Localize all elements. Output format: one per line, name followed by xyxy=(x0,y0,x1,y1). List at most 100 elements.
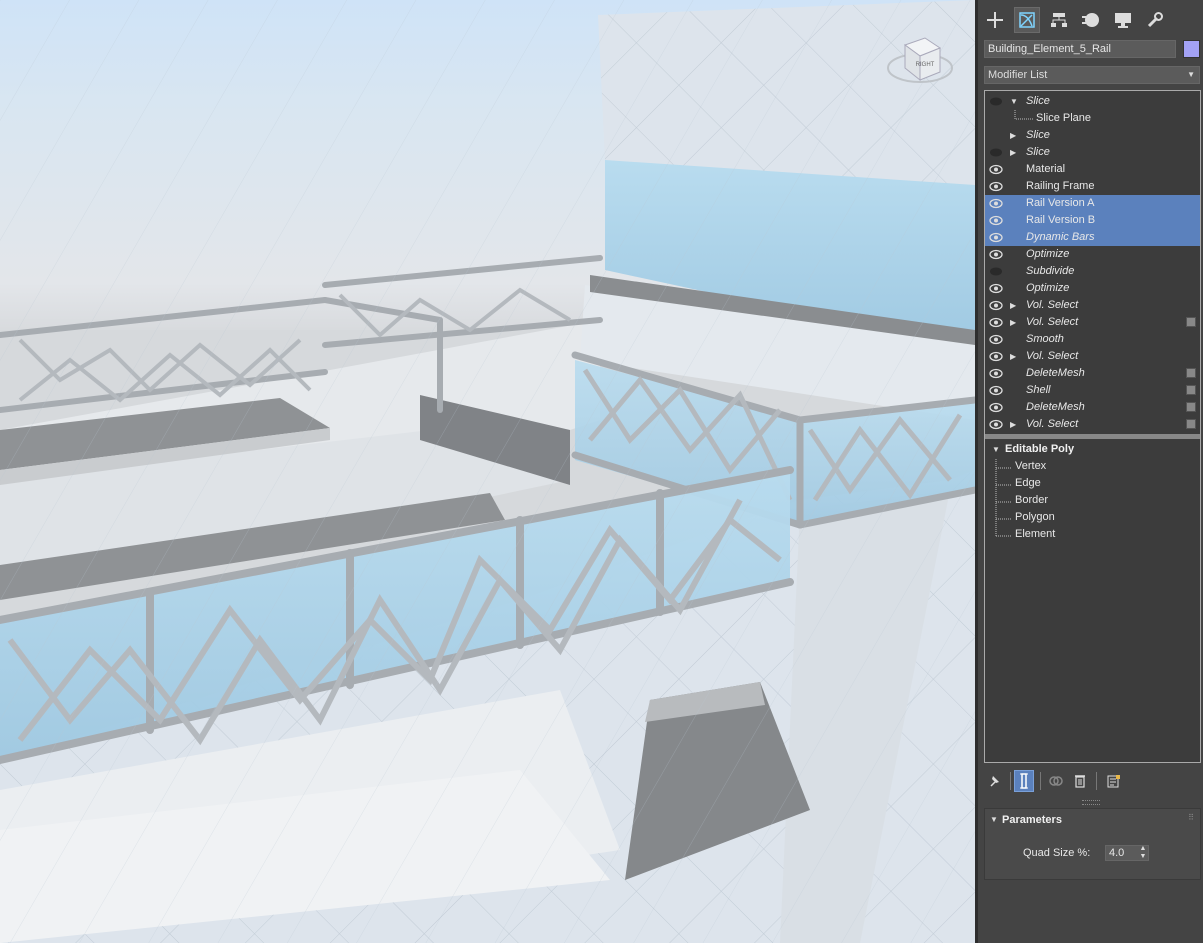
modifier-stack-item[interactable]: ▶ Vol. Select xyxy=(985,314,1200,331)
modifier-option-box[interactable] xyxy=(1186,385,1196,395)
hierarchy-icon[interactable] xyxy=(1046,7,1072,33)
modifier-stack-item[interactable]: ▶ Slice xyxy=(985,127,1200,144)
modifier-stack-item[interactable]: ▼ Slice xyxy=(985,93,1200,110)
visibility-eye-icon[interactable] xyxy=(989,215,1003,226)
modify-icon[interactable] xyxy=(1014,7,1040,33)
visibility-eye-icon[interactable] xyxy=(989,317,1003,328)
modifier-stack-item[interactable]: Railing Frame xyxy=(985,178,1200,195)
sub-object-level[interactable]: Polygon xyxy=(1015,511,1055,523)
modifier-label: Vol. Select xyxy=(1026,299,1079,311)
stack-toolbar xyxy=(984,770,1201,794)
modifier-stack-item[interactable]: Subdivide xyxy=(985,263,1200,280)
modifier-stack-item[interactable]: Shell xyxy=(985,382,1200,399)
modifier-stack-item[interactable]: ▶ Vol. Select xyxy=(985,297,1200,314)
modifier-label: DeleteMesh xyxy=(1026,401,1085,413)
modifier-list-label: Modifier List xyxy=(988,69,1048,81)
expand-closed-icon[interactable]: ▶ xyxy=(1010,348,1016,365)
modifier-label: Slice xyxy=(1026,95,1050,107)
expand-closed-icon[interactable]: ▶ xyxy=(1010,416,1016,433)
rollout-grip-icon[interactable]: ⠿ xyxy=(1188,813,1194,822)
visibility-eye-icon[interactable] xyxy=(989,249,1003,260)
base-object-label[interactable]: Editable Poly xyxy=(1005,443,1074,455)
sub-object-level[interactable]: Element xyxy=(1015,528,1055,540)
tree-connector-icon xyxy=(995,459,1011,537)
modifier-stack-item[interactable]: Optimize xyxy=(985,280,1200,297)
modifier-stack-item[interactable]: Dynamic Bars xyxy=(985,229,1200,246)
modifier-label: Optimize xyxy=(1026,282,1070,294)
show-end-result-icon[interactable] xyxy=(1014,770,1034,792)
modifier-stack-item[interactable]: Smooth xyxy=(985,331,1200,348)
motion-icon[interactable] xyxy=(1078,7,1104,33)
panel-resize-handle[interactable] xyxy=(1082,800,1100,805)
modifier-sub-object[interactable]: Slice Plane xyxy=(985,110,1200,127)
modifier-stack[interactable]: ▼ Slice Slice Plane ▶ Slice ▶ Slice Material Rai… xyxy=(984,90,1201,763)
visibility-eye-icon[interactable] xyxy=(989,232,1003,243)
modifier-stack-item[interactable]: DeleteMesh xyxy=(985,365,1200,382)
visibility-eye-icon[interactable] xyxy=(989,181,1003,192)
visibility-eye-icon[interactable] xyxy=(989,368,1003,379)
modifier-label: Rail Version B xyxy=(1026,214,1096,226)
modifier-label: Smooth xyxy=(1026,333,1064,345)
display-icon[interactable] xyxy=(1110,7,1136,33)
modifier-stack-item[interactable]: Optimize xyxy=(985,246,1200,263)
visibility-eye-icon[interactable] xyxy=(989,402,1003,413)
parameters-rollout: ▼ Parameters ⠿ Quad Size %: 4.0 ▲ ▼ xyxy=(984,808,1201,880)
visibility-eye-icon[interactable] xyxy=(989,198,1003,209)
sub-object-level[interactable]: Edge xyxy=(1015,477,1041,489)
modifier-label: Optimize xyxy=(1026,248,1070,260)
modifier-option-box[interactable] xyxy=(1186,419,1196,429)
expand-closed-icon[interactable]: ▶ xyxy=(1010,127,1016,144)
modifier-stack-item[interactable]: Material xyxy=(985,161,1200,178)
viewport-3d[interactable]: RIGHT xyxy=(0,0,975,943)
visibility-eye-icon[interactable] xyxy=(989,385,1003,396)
modifier-option-box[interactable] xyxy=(1186,368,1196,378)
visibility-eye-off-icon[interactable] xyxy=(989,96,1003,107)
make-unique-icon[interactable] xyxy=(1046,770,1066,792)
object-name-field[interactable]: Building_Element_5_Rail xyxy=(984,40,1176,58)
pin-stack-icon[interactable] xyxy=(984,770,1004,792)
sub-object-level[interactable]: Border xyxy=(1015,494,1048,506)
viewcube-face-label: RIGHT xyxy=(916,62,935,68)
chevron-down-icon: ▼ xyxy=(1187,70,1195,79)
modifier-label: Material xyxy=(1026,163,1066,175)
utilities-wrench-icon[interactable] xyxy=(1142,7,1168,33)
command-panel-tabs xyxy=(978,0,1203,38)
visibility-eye-icon[interactable] xyxy=(989,351,1003,362)
expand-closed-icon[interactable]: ▶ xyxy=(1010,314,1016,331)
modifier-stack-item[interactable]: DeleteMesh xyxy=(985,399,1200,416)
sub-object-label: Slice Plane xyxy=(1036,112,1092,124)
create-plus-icon[interactable] xyxy=(982,7,1008,33)
modifier-stack-item[interactable]: ▶ Slice xyxy=(985,144,1200,161)
visibility-eye-off-icon[interactable] xyxy=(989,147,1003,158)
visibility-eye-icon[interactable] xyxy=(989,164,1003,175)
expand-open-icon[interactable]: ▼ xyxy=(1010,93,1018,110)
visibility-eye-off-icon[interactable] xyxy=(989,266,1003,277)
visibility-eye-icon[interactable] xyxy=(989,419,1003,430)
object-color-swatch[interactable] xyxy=(1183,40,1200,58)
configure-modifier-sets-icon[interactable] xyxy=(1104,770,1124,792)
visibility-eye-icon[interactable] xyxy=(989,334,1003,345)
remove-modifier-trash-icon[interactable] xyxy=(1070,770,1090,792)
toolbar-separator xyxy=(1096,772,1097,790)
modifier-stack-item[interactable]: Rail Version B xyxy=(985,212,1200,229)
quad-size-spinner[interactable]: ▲ ▼ xyxy=(1137,845,1149,861)
quad-size-label: Quad Size %: xyxy=(1023,847,1091,859)
modifier-stack-item[interactable]: Rail Version A xyxy=(985,195,1200,212)
collapse-triangle-icon[interactable]: ▼ xyxy=(990,815,998,824)
expand-closed-icon[interactable]: ▶ xyxy=(1010,144,1016,161)
visibility-eye-icon[interactable] xyxy=(989,300,1003,311)
toolbar-separator xyxy=(1040,772,1041,790)
modifier-list-dropdown[interactable]: Modifier List ▼ xyxy=(984,66,1200,84)
visibility-eye-icon[interactable] xyxy=(989,283,1003,294)
expand-closed-icon[interactable]: ▶ xyxy=(1010,297,1016,314)
expand-open-icon[interactable]: ▼ xyxy=(992,445,1000,454)
modifier-stack-item[interactable]: ▶ Vol. Select xyxy=(985,416,1200,433)
viewport-scene[interactable]: RIGHT xyxy=(0,0,975,943)
modifier-label: Vol. Select xyxy=(1026,316,1079,328)
modifier-label: Dynamic Bars xyxy=(1026,231,1095,243)
sub-object-level[interactable]: Vertex xyxy=(1015,460,1046,472)
modifier-option-box[interactable] xyxy=(1186,317,1196,327)
modifier-stack-item[interactable]: ▶ Vol. Select xyxy=(985,348,1200,365)
modifier-option-box[interactable] xyxy=(1186,402,1196,412)
parameters-rollout-title[interactable]: Parameters xyxy=(1002,814,1062,826)
